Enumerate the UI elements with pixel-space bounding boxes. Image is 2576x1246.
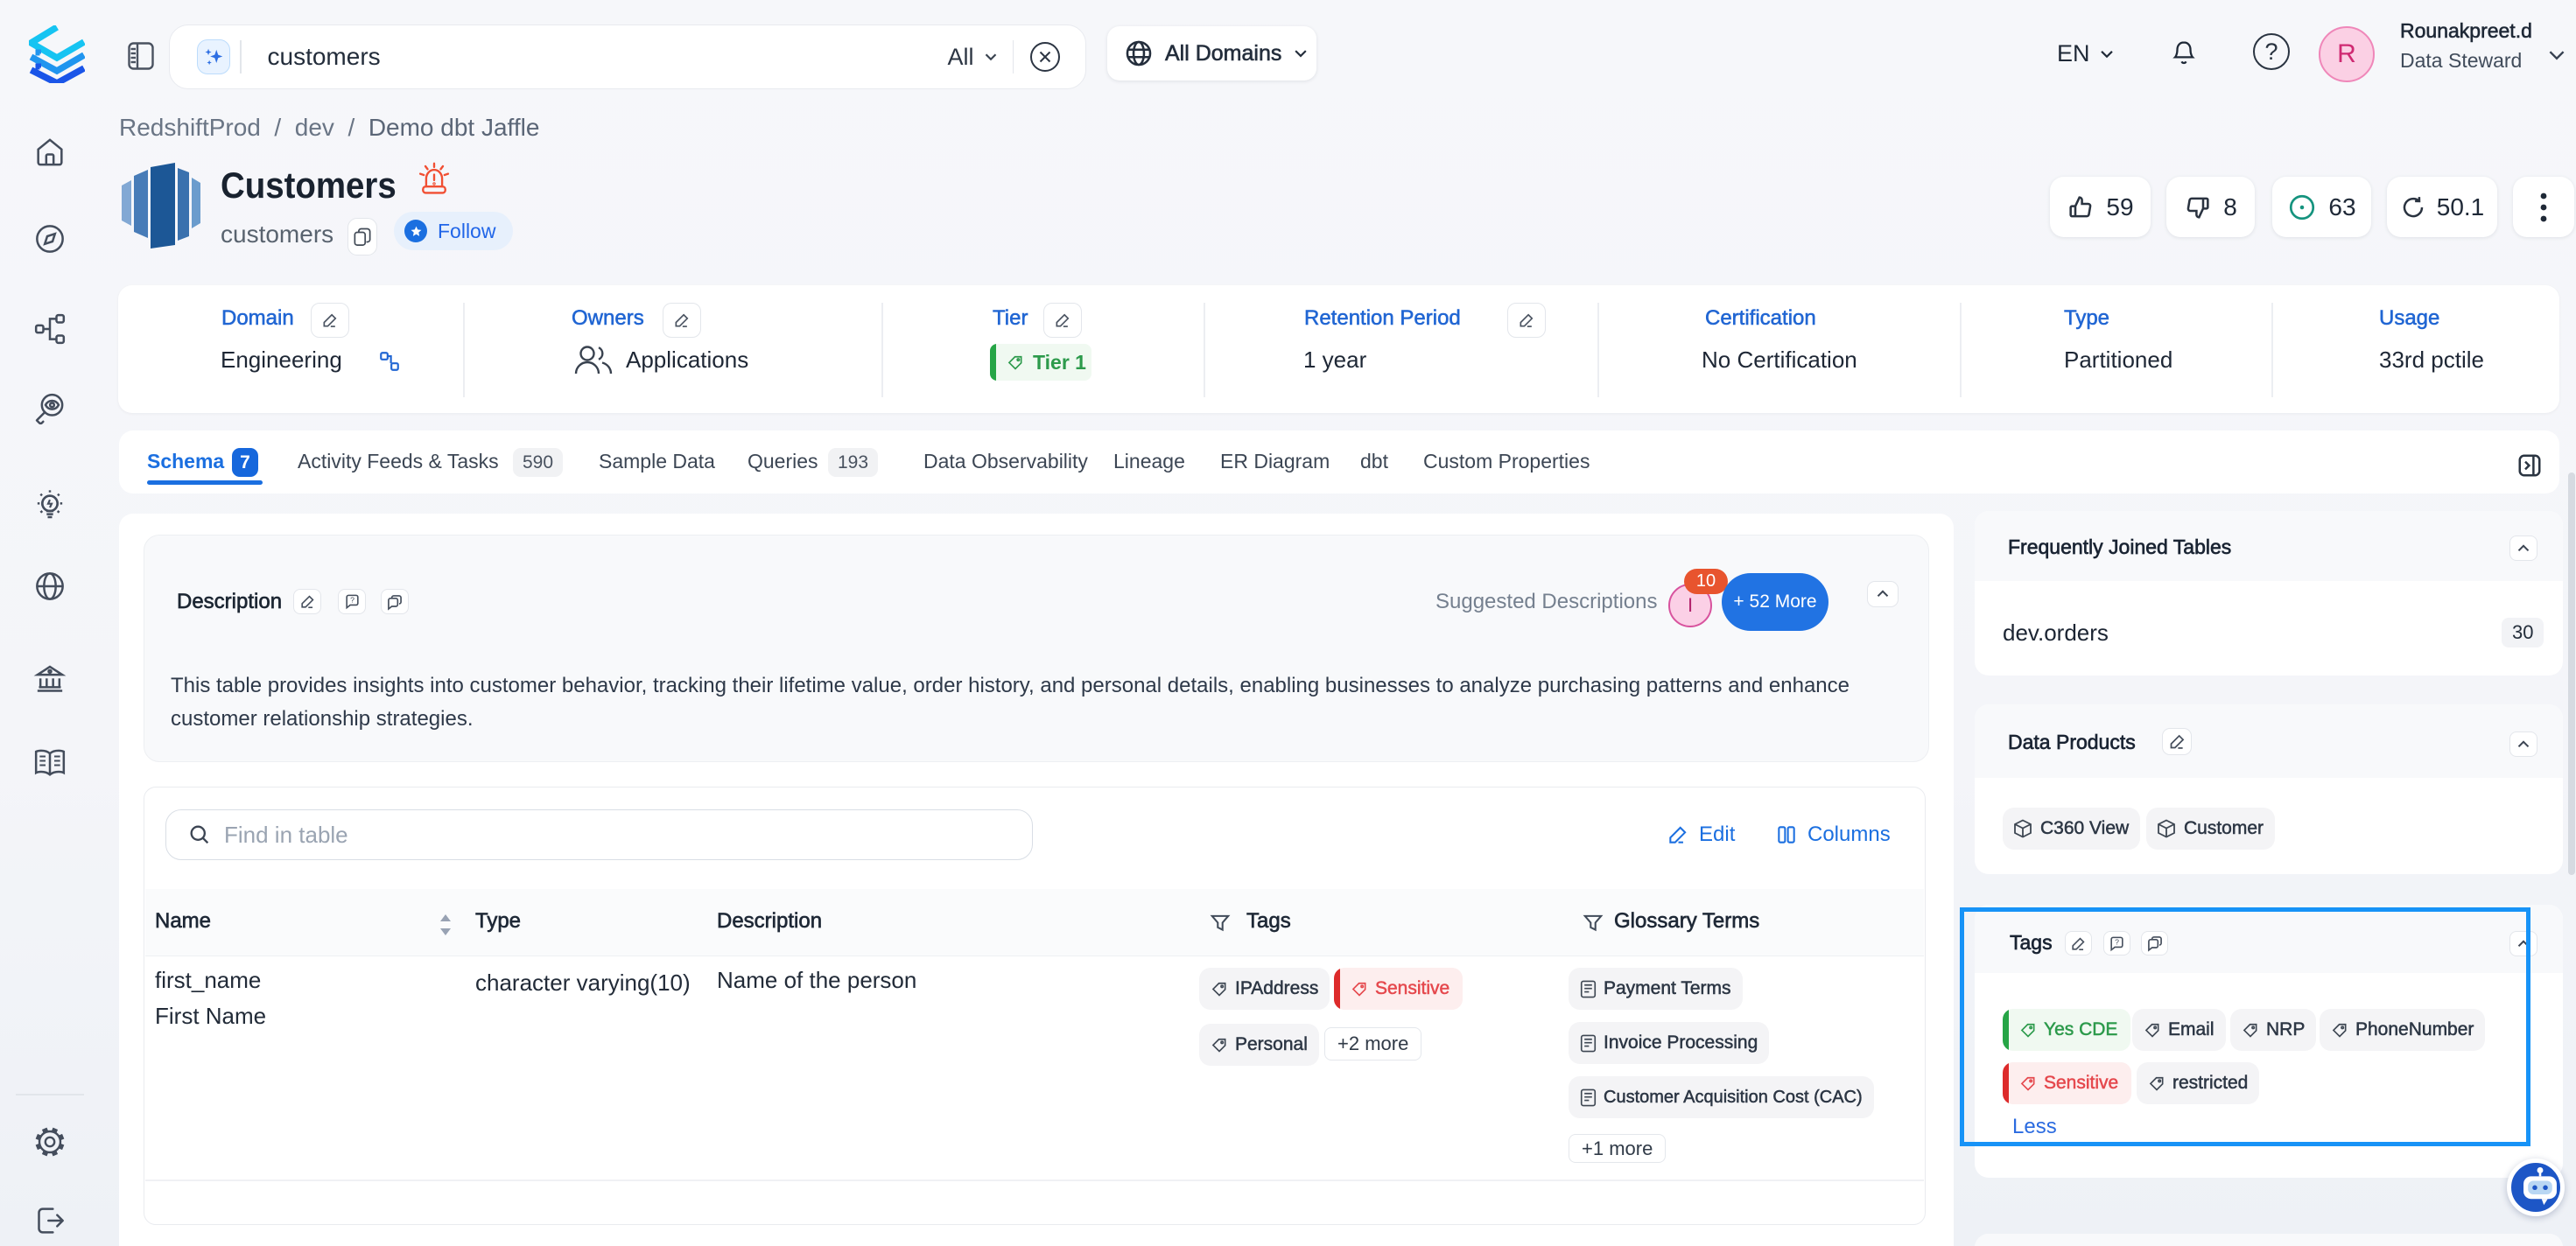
svg-text:?: ? (350, 596, 354, 605)
